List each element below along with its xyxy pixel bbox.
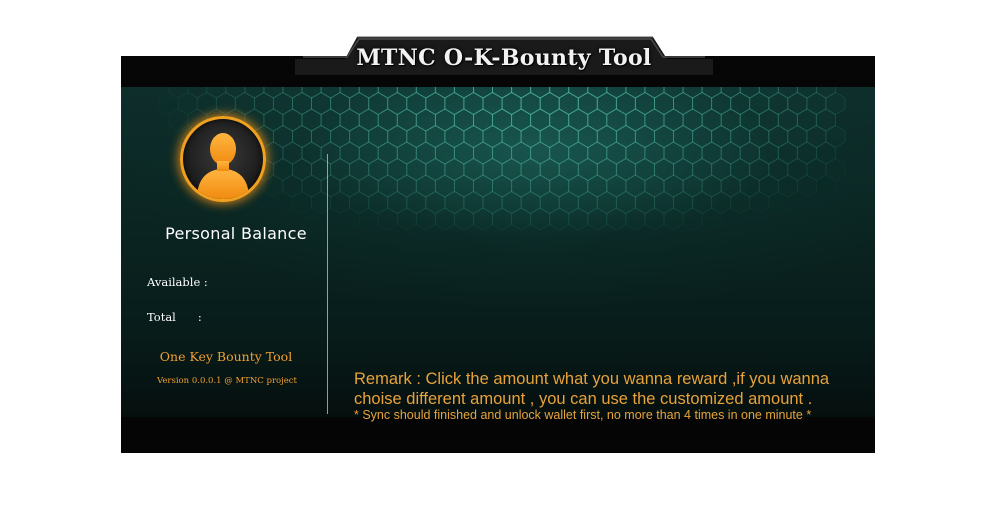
hex-cell <box>549 207 570 231</box>
version-text: Version 0.0.0.1 @ MTNC project <box>157 376 297 386</box>
hex-cell <box>702 208 721 230</box>
hex-cell <box>625 207 646 231</box>
hex-cell <box>769 192 788 214</box>
hex-cell <box>293 192 312 214</box>
title-tab: MTNC O-K-Bounty Tool <box>295 35 713 75</box>
hex-cell <box>453 207 474 231</box>
total-label-text: Total <box>147 310 176 324</box>
hex-cell <box>796 174 817 198</box>
hex-cell <box>816 175 835 197</box>
remark-text: Remark : Click the amount what you wanna… <box>354 370 830 408</box>
total-label-colon: : <box>197 310 202 324</box>
hex-cell <box>511 207 532 231</box>
user-silhouette-icon <box>197 133 249 199</box>
hex-cell <box>473 207 493 231</box>
tool-name: One Key Bounty Tool <box>159 349 293 364</box>
hex-cell <box>663 207 684 231</box>
hex-cell <box>530 207 551 231</box>
sync-note: * Sync should finished and unlock wallet… <box>354 408 812 422</box>
avatar <box>180 116 266 202</box>
total-label: Total: <box>147 310 202 324</box>
hex-cell <box>359 208 378 230</box>
bottom-bar <box>121 417 875 453</box>
hex-cell <box>396 207 417 231</box>
hex-cell <box>492 207 513 231</box>
hex-cell <box>644 207 665 231</box>
hex-cell <box>682 207 703 231</box>
window-title: MTNC O-K-Bounty Tool <box>356 45 652 71</box>
hex-cell <box>263 174 284 198</box>
main-window: Personal Balance Available : Total: One … <box>121 56 875 453</box>
hex-cell <box>340 208 359 230</box>
hex-cell <box>749 190 770 215</box>
vertical-divider <box>327 154 328 414</box>
hex-cell <box>377 207 398 231</box>
hex-cell <box>730 190 751 215</box>
hex-cell <box>587 207 608 231</box>
available-label: Available : <box>147 275 208 289</box>
balance-title: Personal Balance <box>165 224 307 243</box>
hex-cell <box>434 207 455 231</box>
hex-cell <box>606 207 627 231</box>
hex-cell <box>568 207 589 231</box>
hex-cell <box>415 207 436 231</box>
app-stage: Personal Balance Available : Total: One … <box>0 0 1000 514</box>
